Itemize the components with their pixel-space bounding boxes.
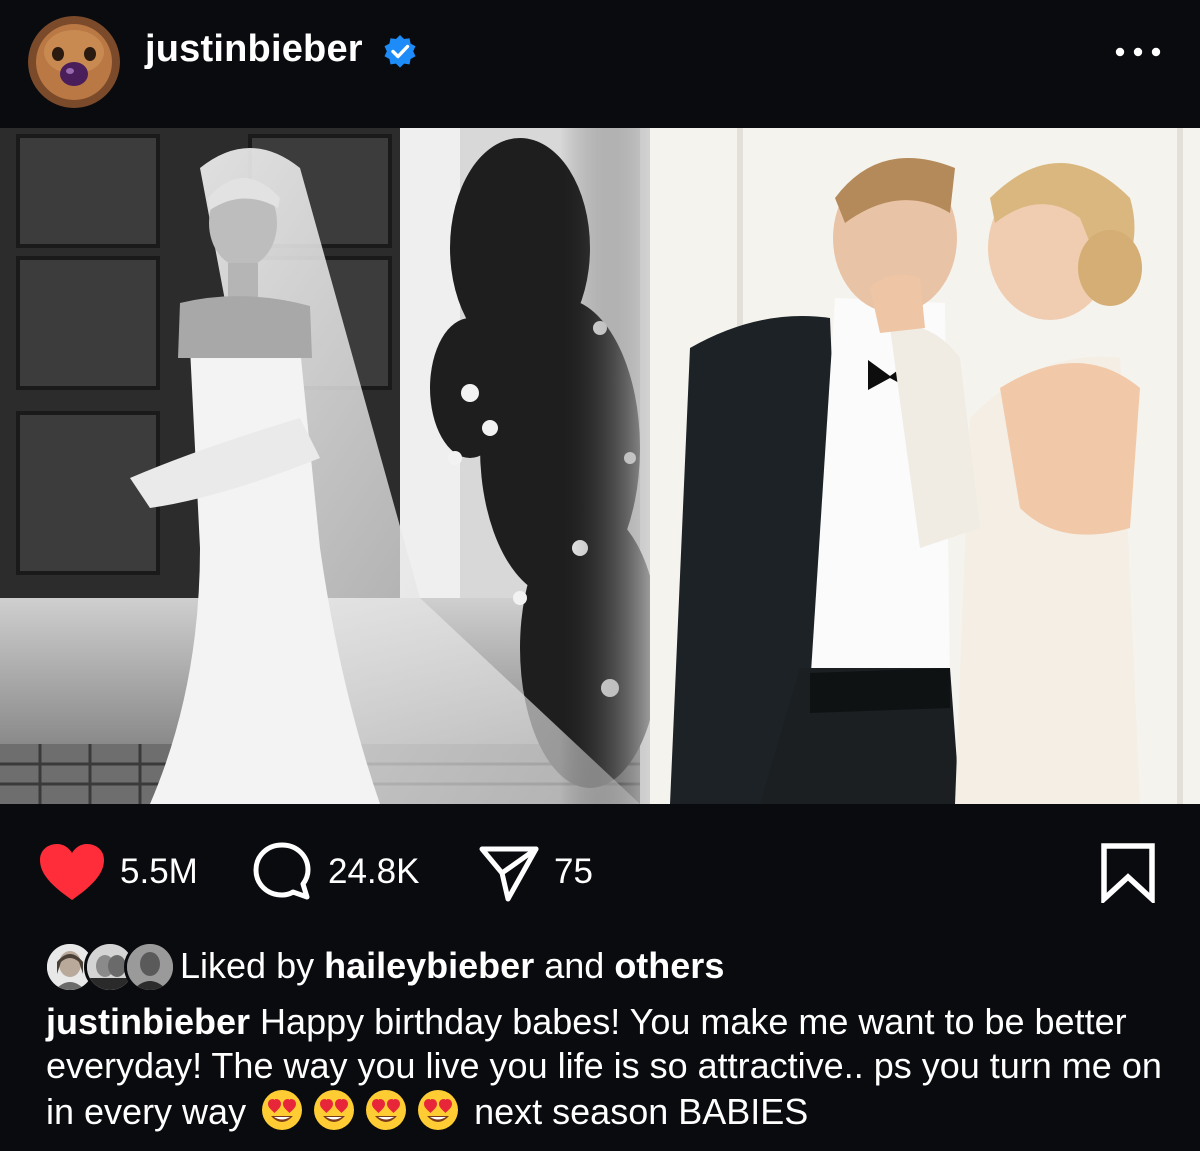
profile-avatar[interactable] [28,16,120,108]
avatar-image [28,16,120,108]
heart-eyes-emoji-icon [262,1090,303,1130]
more-options-icon[interactable] [1112,38,1164,66]
post-actions-bar: 5.5M 24.8K 75 [0,836,1200,908]
caption-username[interactable]: justinbieber [46,1001,250,1042]
liked-by-prefix: Liked by [180,945,315,986]
like-count: 5.5M [120,852,198,891]
save-button[interactable] [1098,836,1158,908]
share-button[interactable]: 75 [478,836,593,908]
liked-by-others[interactable]: others [614,945,724,986]
post-username[interactable]: justinbieber [145,28,363,71]
caption-emojis [256,1090,464,1132]
liker-avatar [124,941,176,993]
like-button[interactable]: 5.5M [38,836,198,908]
verified-badge-icon [384,35,416,68]
post-caption: justinbieber Happy birthday babes! You m… [46,1000,1176,1134]
post-header: justinbieber [0,0,1200,128]
bookmark-icon [1101,843,1155,903]
liked-by-avatars [44,938,176,993]
share-count: 75 [554,852,593,891]
comment-bubble-icon [253,842,311,900]
heart-eyes-emoji-icon [314,1090,355,1130]
wedding-collage-image [0,128,1200,804]
comment-button[interactable]: 24.8K [250,836,419,908]
liked-by-row[interactable]: Liked by haileybieber and others [44,938,1164,993]
liked-by-and: and [544,945,605,986]
heart-icon [40,844,104,900]
comment-count: 24.8K [328,852,420,891]
post-image[interactable] [0,128,1200,804]
heart-eyes-emoji-icon [418,1090,459,1130]
paper-plane-icon [479,846,539,902]
liked-by-username[interactable]: haileybieber [324,945,534,986]
heart-eyes-emoji-icon [366,1090,407,1130]
caption-text-end: next season BABIES [474,1091,809,1132]
liked-by-text: Liked by haileybieber and others [180,945,724,987]
